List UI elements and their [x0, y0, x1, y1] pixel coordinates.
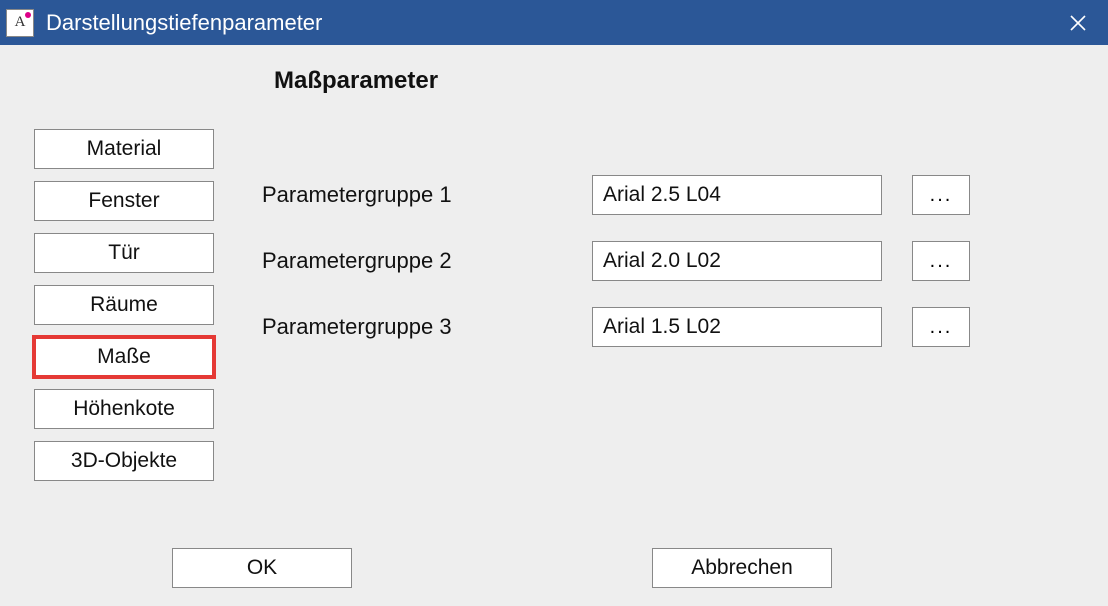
browse-button-3[interactable]: ...: [912, 307, 970, 347]
sidebar-item-raeume[interactable]: Räume: [34, 285, 214, 325]
client-area: Maßparameter Material Fenster Tür Räume …: [0, 45, 1108, 606]
sidebar-item-3d-objekte[interactable]: 3D-Objekte: [34, 441, 214, 481]
inner-panel: Maßparameter Material Fenster Tür Räume …: [4, 49, 1104, 602]
param-row-2: Parametergruppe 2 ...: [262, 241, 1064, 281]
param-row-3: Parametergruppe 3 ...: [262, 307, 1064, 347]
param-input-3[interactable]: [592, 307, 882, 347]
param-row-1: Parametergruppe 1 ...: [262, 175, 1064, 215]
panel-heading: Maßparameter: [274, 67, 438, 95]
browse-button-2[interactable]: ...: [912, 241, 970, 281]
sidebar-item-hoehenkote[interactable]: Höhenkote: [34, 389, 214, 429]
param-label-3: Parametergruppe 3: [262, 314, 562, 340]
sidebar: Material Fenster Tür Räume Maße Höhenkot…: [34, 129, 214, 481]
param-input-1[interactable]: [592, 175, 882, 215]
sidebar-item-tuer[interactable]: Tür: [34, 233, 214, 273]
dialog-window: A Darstellungstiefenparameter Maßparamet…: [0, 0, 1108, 606]
sidebar-item-fenster[interactable]: Fenster: [34, 181, 214, 221]
window-title: Darstellungstiefenparameter: [46, 10, 322, 36]
cancel-button[interactable]: Abbrechen: [652, 548, 832, 588]
close-icon: [1070, 15, 1086, 31]
sidebar-item-material[interactable]: Material: [34, 129, 214, 169]
titlebar: A Darstellungstiefenparameter: [0, 0, 1108, 45]
param-label-2: Parametergruppe 2: [262, 248, 562, 274]
sidebar-item-masse[interactable]: Maße: [34, 337, 214, 377]
footer: OK Abbrechen: [4, 548, 1104, 588]
browse-button-1[interactable]: ...: [912, 175, 970, 215]
parameter-area: Parametergruppe 1 ... Parametergruppe 2 …: [262, 175, 1064, 373]
ok-button[interactable]: OK: [172, 548, 352, 588]
param-input-2[interactable]: [592, 241, 882, 281]
close-button[interactable]: [1048, 0, 1108, 45]
param-label-1: Parametergruppe 1: [262, 182, 562, 208]
app-icon: A: [6, 9, 34, 37]
